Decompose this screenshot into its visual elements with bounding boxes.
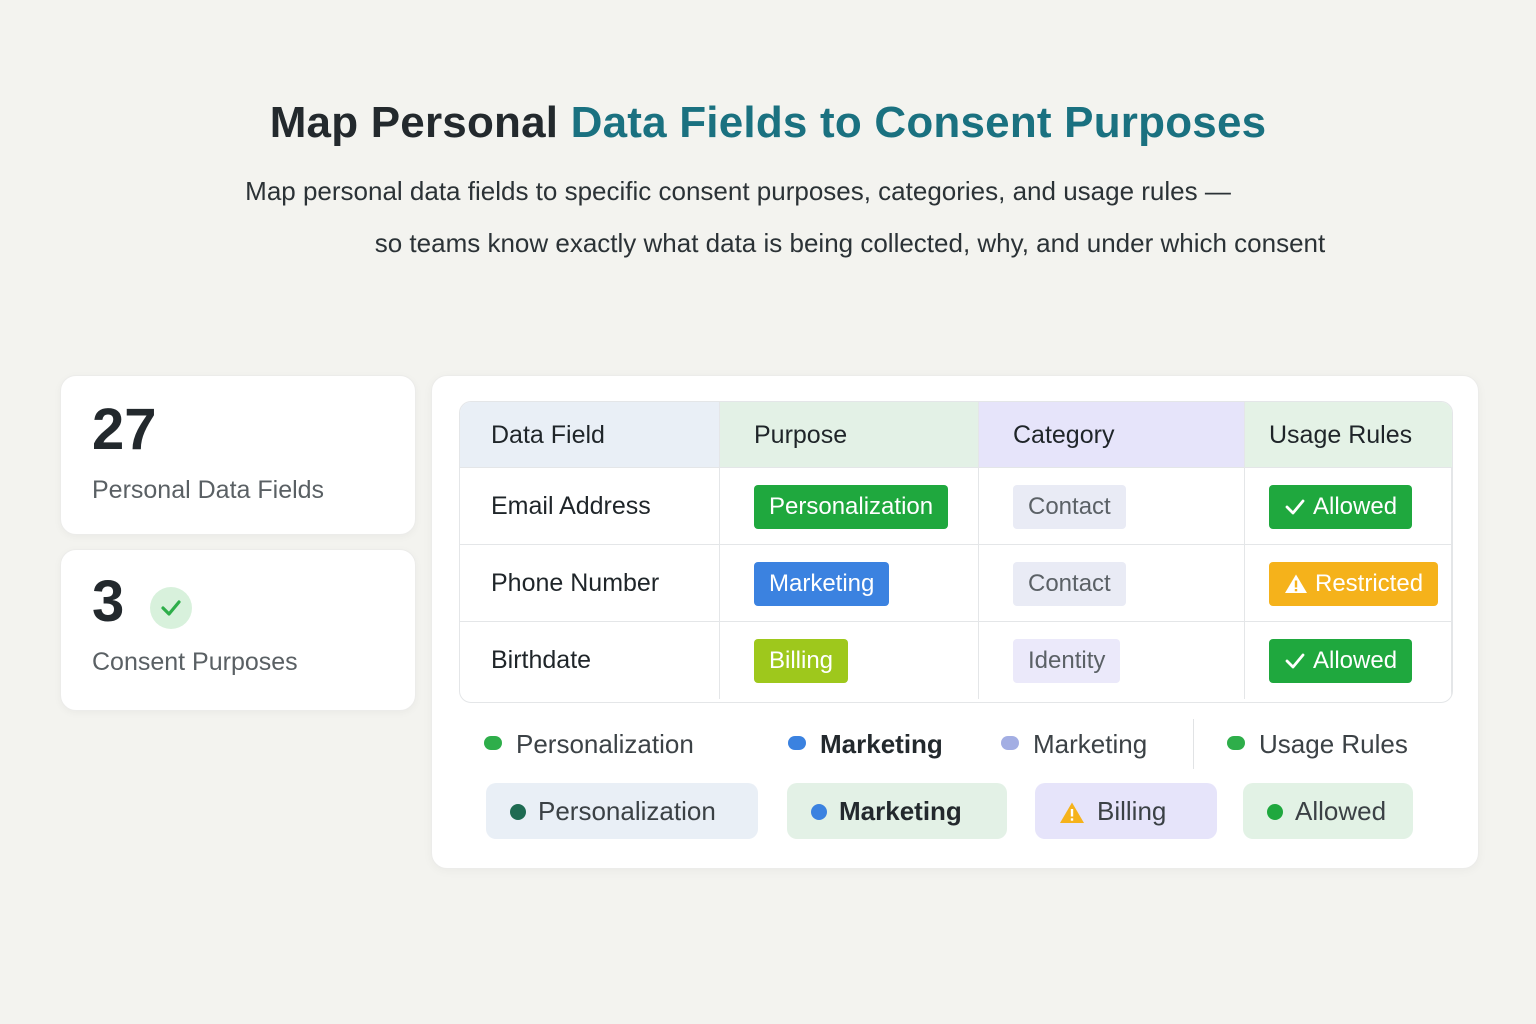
stat-value: 27 [92, 397, 157, 462]
legend-item-marketing-secondary: Marketing [1001, 729, 1147, 760]
table-cell-field: Birthdate [460, 622, 720, 699]
rule-label: Allowed [1313, 493, 1398, 520]
table-cell-field: Email Address [460, 468, 720, 545]
legend-label: Marketing [820, 729, 943, 759]
table-cell-purpose: Billing [720, 622, 979, 699]
dot-icon [811, 804, 827, 820]
dot-icon [1267, 804, 1283, 820]
column-header-data-field[interactable]: Data Field [460, 402, 720, 468]
rule-label: Allowed [1313, 647, 1398, 674]
chip-label: Marketing [839, 796, 962, 826]
stat-card-consent-purposes: 3 Consent Purposes [60, 549, 416, 711]
chip-marketing[interactable]: Marketing [787, 783, 1007, 839]
chip-allowed[interactable]: Allowed [1243, 783, 1413, 839]
page-title-main: Map Personal [269, 98, 559, 147]
dot-icon [484, 736, 502, 750]
page-subtitle-line-2: so teams know exactly what data is being… [374, 228, 1326, 258]
column-header-category[interactable]: Category [979, 402, 1245, 468]
table-cell-rule: Restricted [1245, 545, 1452, 622]
stat-label: Consent Purposes [92, 648, 298, 676]
page-title-accent: Data Fields to Consent Purposes [570, 98, 1267, 147]
check-icon [1285, 499, 1305, 515]
table-cell-rule: Allowed [1245, 622, 1452, 699]
rule-badge-allowed[interactable]: Allowed [1269, 485, 1413, 529]
chip-personalization[interactable]: Personalization [486, 783, 758, 839]
column-header-purpose[interactable]: Purpose [720, 402, 979, 468]
page-subtitle-line-1: Map personal data fields to specific con… [245, 176, 1231, 206]
category-badge[interactable]: Contact [1013, 485, 1126, 529]
category-badge[interactable]: Identity [1013, 639, 1121, 683]
dot-icon [788, 736, 806, 750]
page-title: Map Personal Data Fields to Consent Purp… [0, 98, 1536, 148]
stat-label: Personal Data Fields [92, 476, 325, 504]
purpose-badge[interactable]: Personalization [754, 485, 949, 529]
dot-icon [510, 804, 526, 820]
table-cell-category: Identity [979, 622, 1245, 699]
check-icon [150, 587, 192, 629]
table-cell-category: Contact [979, 468, 1245, 545]
dot-icon [1227, 736, 1245, 750]
warning-icon [1285, 574, 1307, 593]
legend-item-usage-rules: Usage Rules [1227, 729, 1408, 760]
chip-label: Personalization [538, 796, 716, 826]
table-cell-purpose: Personalization [720, 468, 979, 545]
chip-label: Allowed [1295, 796, 1387, 826]
rule-label: Restricted [1315, 570, 1424, 597]
legend-item-personalization: Personalization [484, 729, 694, 760]
purpose-badge[interactable]: Marketing [754, 562, 890, 606]
legend-label: Marketing [1033, 729, 1148, 759]
table-cell-category: Contact [979, 545, 1245, 622]
warning-icon [1060, 802, 1084, 823]
table-cell-purpose: Marketing [720, 545, 979, 622]
table-cell-field: Phone Number [460, 545, 720, 622]
legend-label: Usage Rules [1259, 729, 1408, 759]
category-badge[interactable]: Contact [1013, 562, 1126, 606]
data-field-name: Phone Number [491, 569, 660, 597]
mapping-table: Data Field Purpose Category Usage Rules … [459, 401, 1453, 703]
data-field-name: Birthdate [491, 646, 592, 674]
chip-billing[interactable]: Billing [1035, 783, 1217, 839]
legend-divider [1193, 719, 1194, 769]
column-header-usage-rules[interactable]: Usage Rules [1245, 402, 1452, 468]
check-icon [1285, 653, 1305, 669]
table-cell-rule: Allowed [1245, 468, 1452, 545]
rule-badge-allowed[interactable]: Allowed [1269, 639, 1413, 683]
legend-label: Personalization [516, 729, 694, 759]
dot-icon [1001, 736, 1019, 750]
stat-value: 3 [92, 569, 125, 634]
mapping-panel: Data Field Purpose Category Usage Rules … [431, 375, 1479, 869]
purpose-badge[interactable]: Billing [754, 639, 849, 683]
data-field-name: Email Address [491, 492, 651, 520]
chip-label: Billing [1097, 796, 1167, 826]
legend-item-marketing: Marketing [788, 729, 943, 760]
stat-card-data-fields: 27 Personal Data Fields [60, 375, 416, 535]
rule-badge-restricted[interactable]: Restricted [1269, 562, 1439, 606]
